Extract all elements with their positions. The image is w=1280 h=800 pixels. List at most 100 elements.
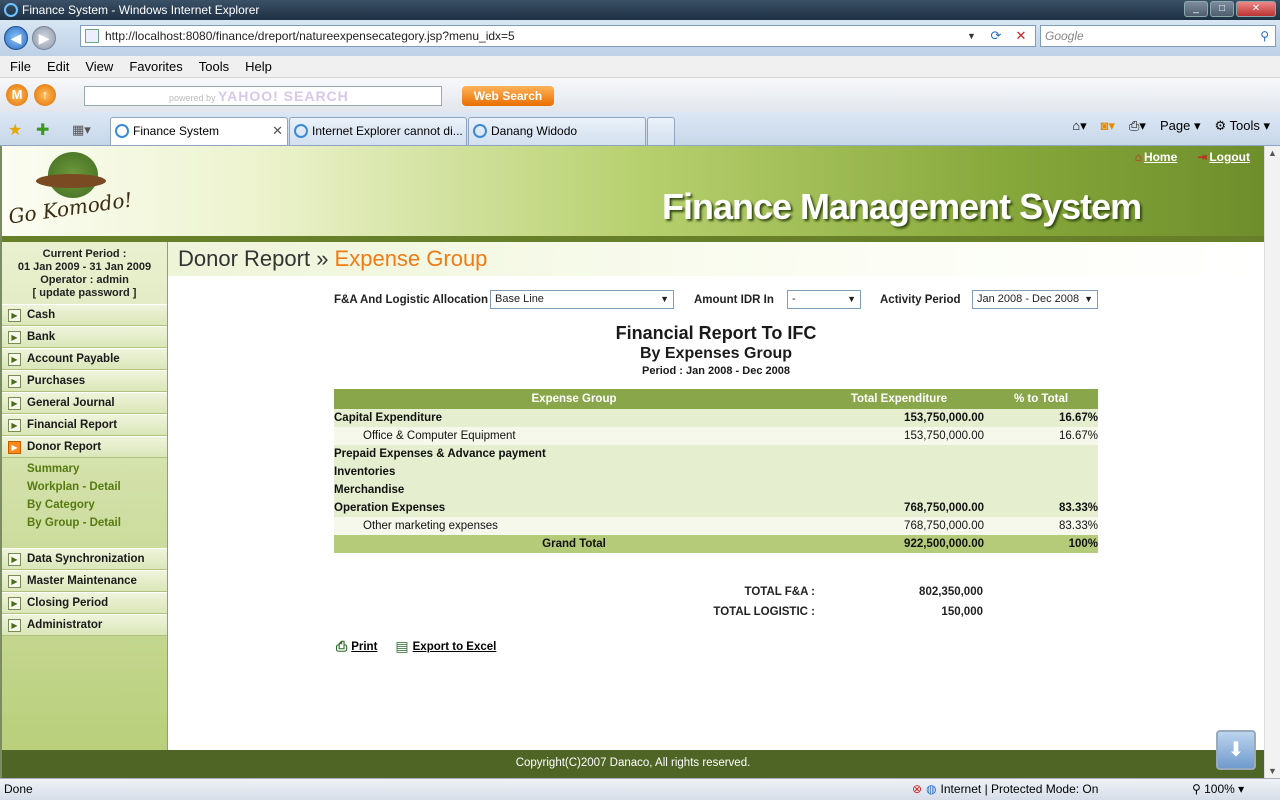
maximize-button[interactable]: □ bbox=[1210, 1, 1234, 17]
close-tab-icon[interactable]: ✕ bbox=[272, 118, 283, 144]
expand-arrow-icon: ▶ bbox=[8, 419, 21, 432]
yahoo-m-icon[interactable]: M bbox=[6, 84, 28, 106]
url-text: http://localhost:8080/finance/dreport/na… bbox=[105, 29, 515, 43]
col-total-expenditure: Total Expenditure bbox=[814, 389, 984, 409]
activity-period-label: Activity Period bbox=[880, 294, 961, 306]
print-link[interactable]: ⎙ Print bbox=[336, 638, 377, 655]
allocation-select[interactable]: Base Line ▼ bbox=[490, 290, 674, 309]
web-search-button[interactable]: Web Search bbox=[462, 86, 554, 106]
add-favorites-icon[interactable]: ✚ bbox=[36, 120, 49, 140]
menu-tools[interactable]: Tools bbox=[199, 59, 229, 74]
copyright-text: Copyright(C)2007 Danaco, All rights rese… bbox=[515, 757, 751, 769]
allocation-label: F&A And Logistic Allocation bbox=[334, 294, 488, 306]
report-title: Financial Report To IFC bbox=[615, 323, 817, 343]
address-dropdown-icon[interactable]: ▼ bbox=[967, 26, 981, 46]
minimize-button[interactable]: _ bbox=[1184, 1, 1208, 17]
update-password-link[interactable]: [ update password ] bbox=[2, 287, 167, 300]
forward-button[interactable]: ▶ bbox=[32, 26, 56, 50]
yahoo-up-icon[interactable]: ↑ bbox=[34, 84, 56, 106]
home-link[interactable]: ⌂ Home bbox=[1135, 150, 1178, 164]
sidebar-item-data-sync[interactable]: ▶ Data Synchronization bbox=[2, 548, 167, 570]
table-row: Inventories bbox=[334, 463, 1098, 481]
new-tab-button[interactable] bbox=[647, 117, 675, 145]
submenu-by-group-detail[interactable]: By Group - Detail bbox=[27, 514, 167, 532]
menu-edit[interactable]: Edit bbox=[47, 59, 69, 74]
logout-link[interactable]: ⇥ Logout bbox=[1197, 150, 1250, 164]
table-row: Capital Expenditure 153,750,000.00 16.67% bbox=[334, 409, 1098, 427]
go-komodo-logo: Go Komodo! bbox=[7, 152, 140, 232]
search-input[interactable]: Google ⚲ bbox=[1040, 25, 1276, 47]
vertical-scrollbar[interactable]: ▲ ▼ bbox=[1264, 146, 1280, 778]
excel-icon: ▤ bbox=[395, 638, 409, 654]
chevron-down-icon: ▼ bbox=[1084, 294, 1093, 304]
sidebar-item-general-journal[interactable]: ▶ General Journal bbox=[2, 392, 167, 414]
tab-label: Finance System bbox=[133, 124, 220, 138]
back-button[interactable]: ◀ bbox=[4, 26, 28, 50]
menu-file[interactable]: File bbox=[10, 59, 31, 74]
menu-favorites[interactable]: Favorites bbox=[129, 59, 182, 74]
page-menu[interactable]: Page ▾ bbox=[1160, 118, 1201, 134]
address-toolbar: ◀ ▶ http://localhost:8080/finance/drepor… bbox=[0, 20, 1280, 56]
sidebar-item-donor-report[interactable]: ▶ Donor Report bbox=[2, 436, 167, 458]
security-zone[interactable]: ⊗ ◍ Internet | Protected Mode: On bbox=[912, 779, 1098, 799]
tab-bar: ★ ✚ ▦▾ Finance System ✕ Internet Explore… bbox=[0, 112, 1280, 146]
breadcrumb: Donor Report » Expense Group bbox=[168, 242, 1264, 276]
favorites-star-icon[interactable]: ★ bbox=[8, 120, 22, 140]
feeds-icon[interactable]: ◙▾ bbox=[1101, 118, 1115, 134]
breadcrumb-parent[interactable]: Donor Report bbox=[178, 246, 310, 271]
print-icon[interactable]: ⎙▾ bbox=[1129, 118, 1146, 134]
sidebar-menu: ▶ Cash ▶ Bank ▶ Account Payable ▶ Purchases … bbox=[2, 304, 167, 636]
quick-tabs-icon[interactable]: ▦▾ bbox=[72, 122, 91, 138]
period-info: Current Period : 01 Jan 2009 - 31 Jan 20… bbox=[2, 242, 167, 300]
zoom-level[interactable]: ⚲ 100% ▾ bbox=[1192, 779, 1244, 799]
submenu-workplan-detail[interactable]: Workplan - Detail bbox=[27, 478, 167, 496]
app-title: Finance Management System bbox=[662, 186, 1142, 227]
sidebar-item-financial-report[interactable]: ▶ Financial Report bbox=[2, 414, 167, 436]
table-row: Office & Computer Equipment 153,750,000.0… bbox=[334, 427, 1098, 445]
export-excel-link[interactable]: ▤ Export to Excel bbox=[395, 638, 496, 655]
command-bar: ⌂▾ ◙▾ ⎙▾ Page ▾ ⚙ Tools ▾ bbox=[1072, 118, 1270, 134]
ie-page-icon bbox=[473, 124, 487, 138]
table-row: Operation Expenses 768,750,000.00 83.33% bbox=[334, 499, 1098, 517]
tab-finance-system[interactable]: Finance System ✕ bbox=[110, 117, 288, 145]
sidebar-item-master-maintenance[interactable]: ▶ Master Maintenance bbox=[2, 570, 167, 592]
sidebar-item-purchases[interactable]: ▶ Purchases bbox=[2, 370, 167, 392]
stop-icon[interactable]: ✕ bbox=[1011, 26, 1031, 46]
ie-logo-icon bbox=[4, 3, 18, 17]
sidebar-item-bank[interactable]: ▶ Bank bbox=[2, 326, 167, 348]
table-row: Merchandise bbox=[334, 481, 1098, 499]
grand-total-row: Grand Total 922,500,000.00 100% bbox=[334, 535, 1098, 553]
home-icon[interactable]: ⌂▾ bbox=[1072, 118, 1086, 134]
yahoo-search-input[interactable]: powered by YAHOO! SEARCH bbox=[84, 86, 442, 106]
submenu-summary[interactable]: Summary bbox=[27, 460, 167, 478]
tab-ie-error[interactable]: Internet Explorer cannot di... bbox=[289, 117, 467, 145]
printer-icon: ⎙ bbox=[336, 638, 348, 654]
table-header-row: Expense Group Total Expenditure % to Tot… bbox=[334, 389, 1098, 409]
sidebar-item-administrator[interactable]: ▶ Administrator bbox=[2, 614, 167, 636]
refresh-icon[interactable]: ⟳ bbox=[985, 26, 1007, 46]
sidebar-item-closing-period[interactable]: ▶ Closing Period bbox=[2, 592, 167, 614]
ie-page-icon bbox=[115, 124, 129, 138]
logout-icon: ⇥ bbox=[1197, 150, 1208, 164]
yahoo-toolbar: M ↑ powered by YAHOO! SEARCH Web Search bbox=[0, 78, 1280, 112]
menu-view[interactable]: View bbox=[85, 59, 113, 74]
sidebar-item-account-payable[interactable]: ▶ Account Payable bbox=[2, 348, 167, 370]
address-bar[interactable]: http://localhost:8080/finance/dreport/na… bbox=[80, 25, 1036, 47]
amount-select[interactable]: - ▼ bbox=[787, 290, 861, 309]
close-window-button[interactable]: ✕ bbox=[1236, 1, 1276, 17]
tab-label: Danang Widodo bbox=[491, 124, 578, 138]
expand-arrow-icon: ▶ bbox=[8, 331, 21, 344]
activity-period-select[interactable]: Jan 2008 - Dec 2008 ▼ bbox=[972, 290, 1098, 309]
expand-arrow-icon: ▶ bbox=[8, 309, 21, 322]
expand-arrow-icon: ▶ bbox=[8, 353, 21, 366]
tab-danang[interactable]: Danang Widodo bbox=[468, 117, 646, 145]
download-arrow-icon[interactable]: ⬇ bbox=[1216, 730, 1256, 770]
submenu-by-category[interactable]: By Category bbox=[27, 496, 167, 514]
col-pct-total: % to Total bbox=[984, 389, 1098, 409]
search-icon[interactable]: ⚲ bbox=[1260, 26, 1269, 46]
scroll-up-icon: ▲ bbox=[1268, 148, 1277, 158]
ie-page-icon bbox=[294, 124, 308, 138]
sidebar-item-cash[interactable]: ▶ Cash bbox=[2, 304, 167, 326]
menu-help[interactable]: Help bbox=[245, 59, 272, 74]
tools-menu[interactable]: ⚙ Tools ▾ bbox=[1214, 118, 1270, 134]
